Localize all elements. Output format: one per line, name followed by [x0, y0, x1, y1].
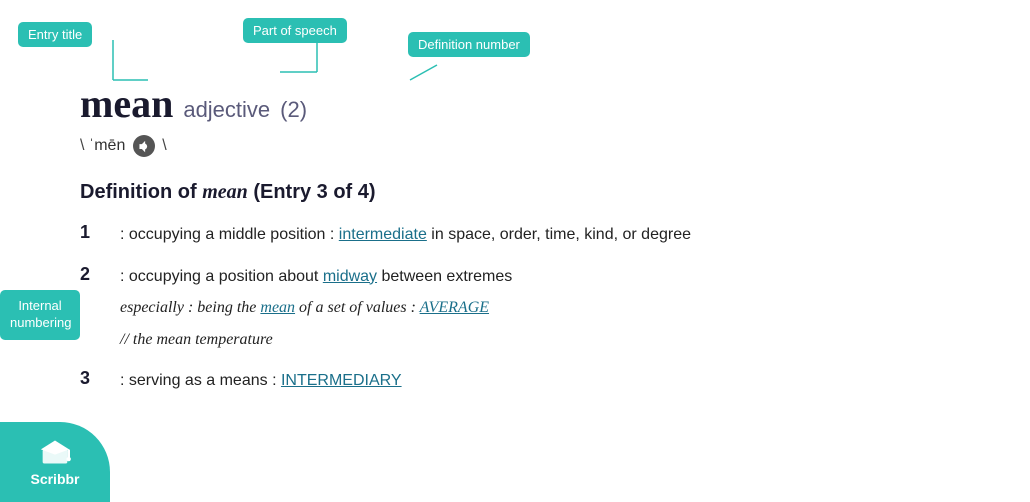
- link-intermediate[interactable]: intermediate: [339, 226, 427, 243]
- link-midway[interactable]: midway: [323, 268, 377, 285]
- speaker-icon: [137, 140, 150, 153]
- def-example-2: // the mean temperature: [120, 327, 512, 353]
- entry-number: (2): [280, 97, 307, 123]
- scribbr-logo: Scribbr: [0, 422, 110, 502]
- definition-item-1: 1 : occupying a middle position : interm…: [80, 222, 970, 248]
- link-intermediary[interactable]: INTERMEDIARY: [281, 372, 402, 389]
- pronunciation-suffix: \: [162, 137, 166, 154]
- pronunciation-prefix: \ ˈ: [80, 137, 94, 154]
- definition-item-2: 2 : occupying a position about midway be…: [80, 264, 970, 353]
- link-average[interactable]: AVERAGE: [420, 299, 489, 316]
- def-number-2: 2: [80, 264, 100, 285]
- main-content: mean adjective (2) \ ˈmēn \ Definition o…: [0, 0, 1030, 430]
- def-number-1: 1: [80, 222, 100, 243]
- entry-heading: mean adjective (2): [80, 80, 970, 127]
- definition-item-3: 3 : serving as a means : INTERMEDIARY: [80, 368, 970, 394]
- def-number-3: 3: [80, 368, 100, 389]
- scribbr-name: Scribbr: [30, 471, 79, 487]
- link-mean[interactable]: mean: [260, 299, 295, 316]
- def-content-3: : serving as a means : INTERMEDIARY: [120, 368, 402, 394]
- def-sub-2: especially : being the mean of a set of …: [120, 295, 512, 321]
- phonetic: mēn: [94, 137, 125, 154]
- entry-part-of-speech: adjective: [183, 97, 270, 123]
- def-content-2: : occupying a position about midway betw…: [120, 264, 512, 353]
- especially-label: especially: [120, 299, 184, 316]
- definition-list: 1 : occupying a middle position : interm…: [80, 222, 970, 394]
- definition-section-title: Definition of mean (Entry 3 of 4): [80, 181, 970, 204]
- entry-word: mean: [80, 80, 173, 127]
- audio-button[interactable]: [133, 135, 155, 157]
- internal-numbering-bubble: Internal numbering: [0, 290, 80, 340]
- pronunciation: \ ˈmēn \: [80, 135, 970, 157]
- scribbr-icon: [37, 437, 73, 467]
- def-content-1: : occupying a middle position : intermed…: [120, 222, 691, 248]
